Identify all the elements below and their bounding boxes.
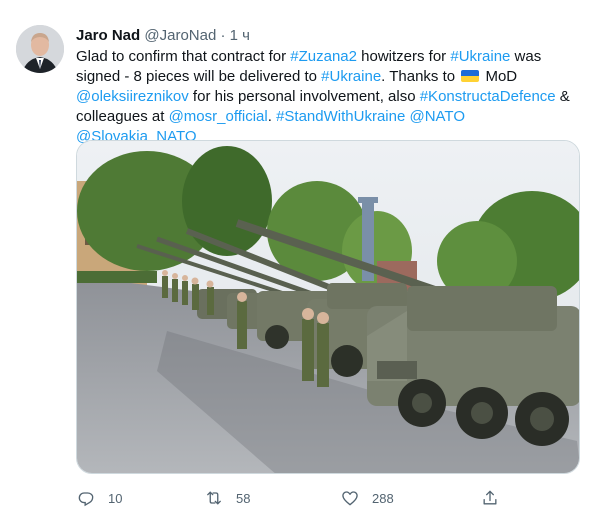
- author-avatar[interactable]: [16, 25, 64, 73]
- retweet-icon: [204, 488, 224, 508]
- like-button[interactable]: 288: [340, 486, 394, 510]
- tweet-text-segment: . Thanks to: [381, 68, 460, 85]
- mention-link[interactable]: @oleksiireznikov: [76, 88, 189, 105]
- hashtag-link[interactable]: #Zuzana2: [290, 48, 357, 65]
- reply-icon: [76, 488, 96, 508]
- like-count: 288: [372, 490, 394, 506]
- author-handle[interactable]: @JaroNad: [144, 27, 216, 44]
- tweet-text-segment: .: [267, 108, 277, 125]
- tweet-text-segment: howitzers for: [356, 48, 451, 65]
- heart-icon: [340, 488, 360, 508]
- tweet-header: Jaro Nad @JaroNad · 1 ч: [76, 26, 250, 46]
- tweet-actions-bar: 10 58 288: [76, 486, 497, 510]
- share-button[interactable]: [480, 486, 512, 510]
- tweet-timestamp[interactable]: 1 ч: [230, 27, 250, 44]
- share-icon: [480, 488, 500, 508]
- mention-link[interactable]: @NATO: [409, 108, 465, 125]
- retweet-count: 58: [236, 490, 251, 506]
- tweet-text-segment: for his personal involvement, also: [188, 88, 420, 105]
- tweet-text-segment: MoD: [481, 68, 518, 85]
- hashtag-link[interactable]: #Ukraine: [450, 48, 510, 65]
- reply-count: 10: [108, 490, 123, 506]
- tweet-text: Glad to confirm that contract for #Zuzan…: [76, 47, 586, 147]
- author-name[interactable]: Jaro Nad: [76, 27, 140, 44]
- mention-link[interactable]: @mosr_official: [169, 108, 268, 125]
- hashtag-link[interactable]: #KonstructaDefence: [420, 88, 556, 105]
- photo-image: [77, 141, 579, 473]
- tweet-text-segment: Glad to confirm that contract for: [76, 48, 291, 65]
- tweet-media-photo[interactable]: [76, 140, 580, 474]
- ukraine-flag-icon: [461, 70, 480, 82]
- hashtag-link[interactable]: #Ukraine: [321, 68, 381, 85]
- reply-button[interactable]: 10: [76, 486, 122, 510]
- retweet-button[interactable]: 58: [204, 486, 250, 510]
- header-separator: ·: [220, 27, 226, 44]
- hashtag-link[interactable]: #StandWithUkraine: [276, 108, 405, 125]
